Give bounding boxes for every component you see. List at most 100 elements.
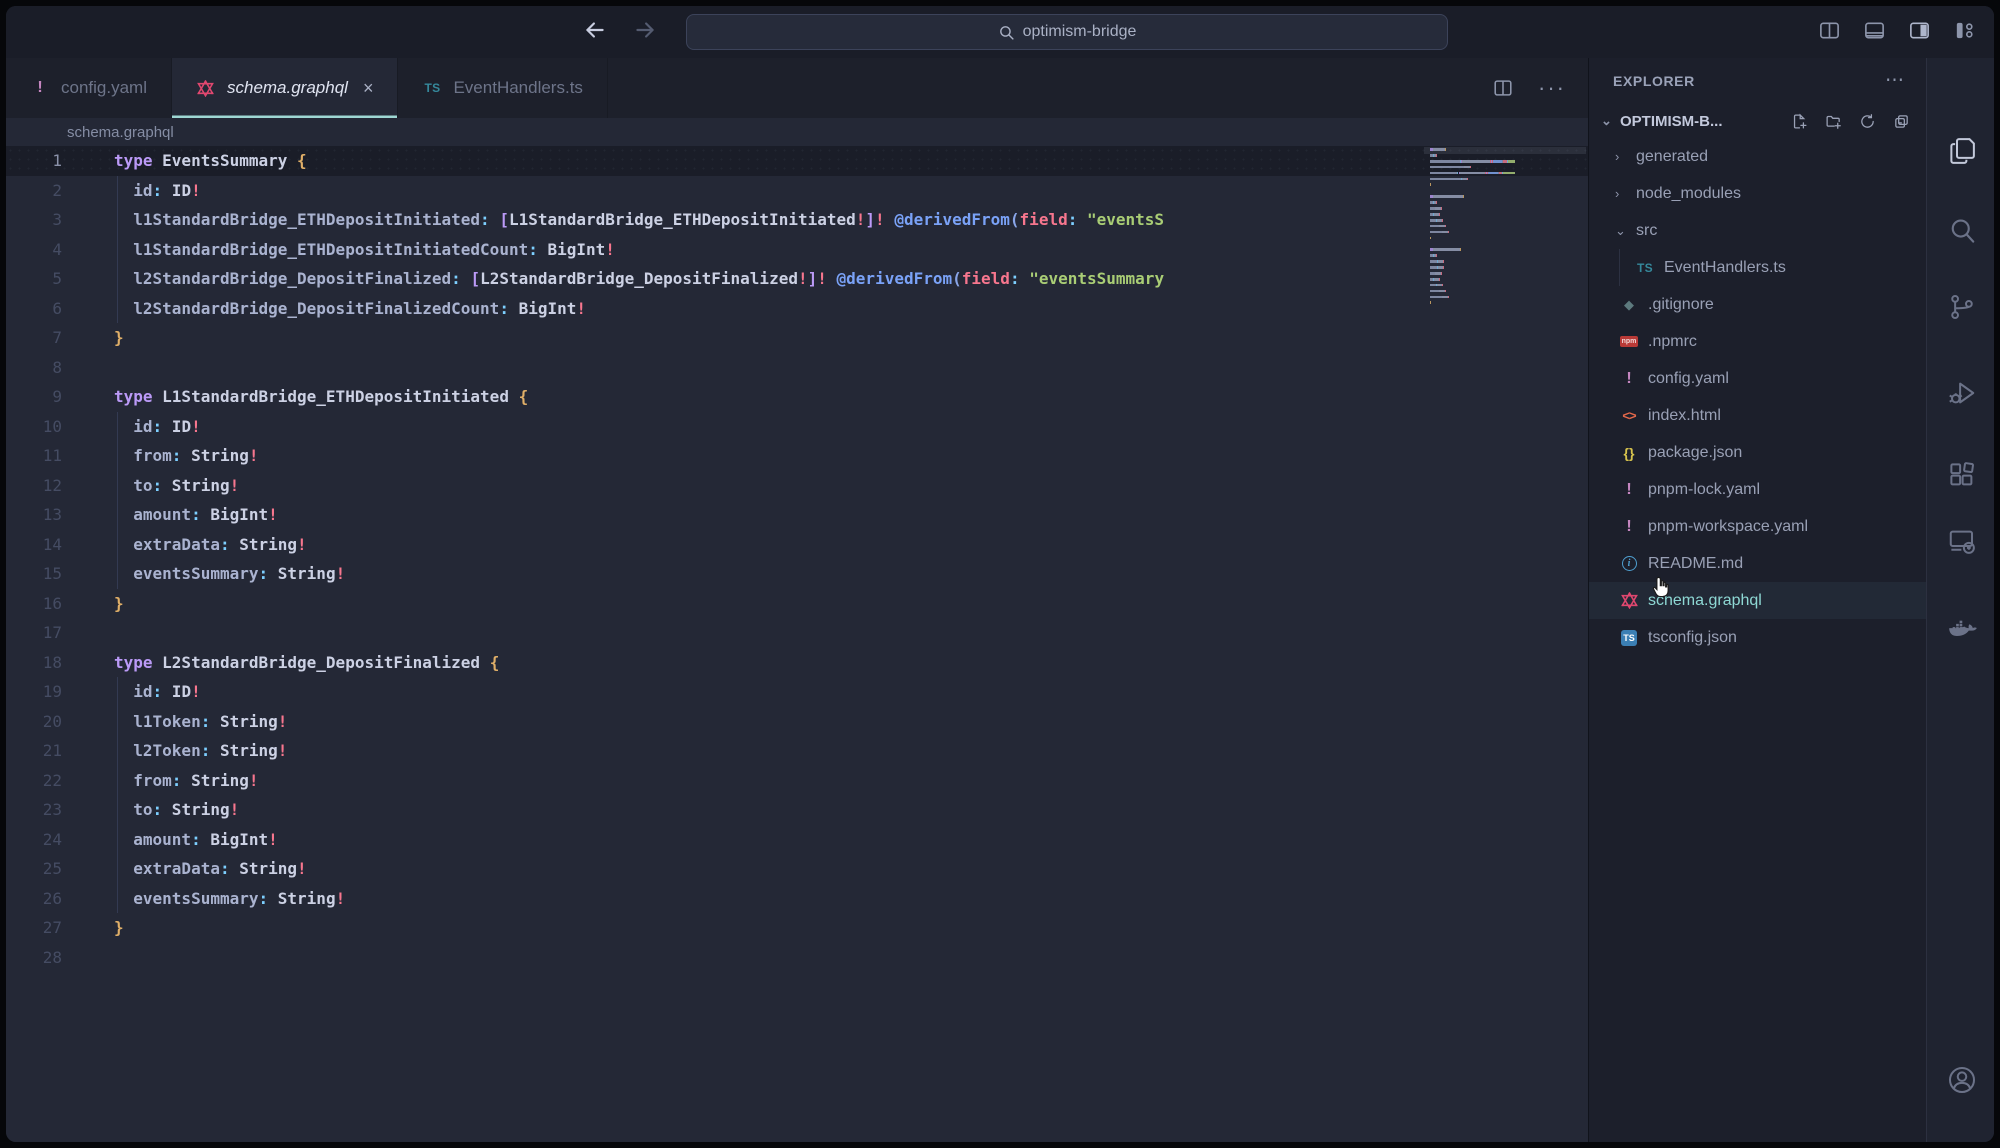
tree-item-pnpm-workspace.yaml[interactable]: !pnpm-workspace.yaml — [1589, 508, 1926, 545]
code-line[interactable]: 13 amount: BigInt! — [6, 500, 1588, 530]
tab-config.yaml[interactable]: !config.yaml — [6, 58, 172, 118]
new-folder-icon[interactable] — [1825, 113, 1842, 130]
code-line[interactable]: 22 from: String! — [6, 766, 1588, 796]
line-number[interactable]: 16 — [6, 589, 62, 619]
code-line[interactable]: 1type EventsSummary { — [6, 146, 1588, 176]
line-number[interactable]: 22 — [6, 766, 62, 796]
line-number[interactable]: 3 — [6, 205, 62, 235]
code-line[interactable]: 6 l2StandardBridge_DepositFinalizedCount… — [6, 294, 1588, 324]
tree-item-pnpm-lock.yaml[interactable]: !pnpm-lock.yaml — [1589, 471, 1926, 508]
code-line[interactable]: 10 id: ID! — [6, 412, 1588, 442]
remote-explorer-icon[interactable] — [1947, 526, 1977, 556]
source-control-icon[interactable] — [1947, 292, 1977, 322]
tree-item-tsconfig.json[interactable]: TStsconfig.json — [1589, 619, 1926, 656]
tree-item-.gitignore[interactable]: ◆.gitignore — [1589, 286, 1926, 323]
line-number[interactable]: 26 — [6, 884, 62, 914]
line-number[interactable]: 13 — [6, 500, 62, 530]
line-number[interactable]: 12 — [6, 471, 62, 501]
more-actions-icon[interactable]: ··· — [1538, 83, 1566, 93]
code-line[interactable]: 9type L1StandardBridge_ETHDepositInitiat… — [6, 382, 1588, 412]
line-number[interactable]: 21 — [6, 736, 62, 766]
collapse-folders-icon[interactable] — [1893, 113, 1910, 130]
code-line[interactable]: 24 amount: BigInt! — [6, 825, 1588, 855]
code-line[interactable]: 17 — [6, 618, 1588, 648]
tree-item-config.yaml[interactable]: !config.yaml — [1589, 360, 1926, 397]
line-number[interactable]: 8 — [6, 353, 62, 383]
line-number[interactable]: 9 — [6, 382, 62, 412]
code-line[interactable]: 23 to: String! — [6, 795, 1588, 825]
code-line[interactable]: 19 id: ID! — [6, 677, 1588, 707]
minimap[interactable] — [1430, 148, 1572, 320]
toggle-primary-sidebar-icon[interactable] — [1818, 19, 1841, 42]
tree-folder-generated[interactable]: ›generated — [1589, 138, 1926, 175]
run-and-debug-icon[interactable] — [1947, 378, 1977, 408]
code-line[interactable]: 16} — [6, 589, 1588, 619]
code-line[interactable]: 20 l1Token: String! — [6, 707, 1588, 737]
code-line[interactable]: 12 to: String! — [6, 471, 1588, 501]
code-line[interactable]: 3 l1StandardBridge_ETHDepositInitiated: … — [6, 205, 1588, 235]
code-line[interactable]: 4 l1StandardBridge_ETHDepositInitiatedCo… — [6, 235, 1588, 265]
line-number[interactable]: 27 — [6, 913, 62, 943]
tree-item-EventHandlers.ts[interactable]: TSEventHandlers.ts — [1589, 249, 1926, 286]
close-icon[interactable]: × — [363, 78, 374, 99]
line-number[interactable]: 23 — [6, 795, 62, 825]
customize-layout-icon[interactable] — [1953, 19, 1976, 42]
line-number[interactable]: 28 — [6, 943, 62, 973]
breadcrumb[interactable]: schema.graphql — [6, 118, 1588, 146]
line-number[interactable]: 24 — [6, 825, 62, 855]
tree-item-schema.graphql[interactable]: schema.graphql — [1589, 582, 1926, 619]
code-line[interactable]: 15 eventsSummary: String! — [6, 559, 1588, 589]
back-arrow-icon[interactable] — [581, 16, 609, 44]
forward-arrow-icon[interactable] — [631, 16, 659, 44]
account-icon[interactable] — [1946, 1064, 1978, 1096]
toggle-panel-icon[interactable] — [1863, 19, 1886, 42]
line-number[interactable]: 18 — [6, 648, 62, 678]
line-number[interactable]: 4 — [6, 235, 62, 265]
tab-EventHandlers.ts[interactable]: TSEventHandlers.ts — [398, 58, 607, 118]
tab-schema.graphql[interactable]: schema.graphql× — [172, 58, 398, 118]
code-line[interactable]: 11 from: String! — [6, 441, 1588, 471]
extensions-icon[interactable] — [1947, 460, 1977, 490]
line-number[interactable]: 15 — [6, 559, 62, 589]
line-number[interactable]: 7 — [6, 323, 62, 353]
code-line[interactable]: 18type L2StandardBridge_DepositFinalized… — [6, 648, 1588, 678]
tree-item-README.md[interactable]: iREADME.md — [1589, 545, 1926, 582]
command-center-search[interactable]: optimism-bridge — [686, 14, 1448, 50]
tree-item-index.html[interactable]: <>index.html — [1589, 397, 1926, 434]
tree-item-package.json[interactable]: {}package.json — [1589, 434, 1926, 471]
code-line[interactable]: 25 extraData: String! — [6, 854, 1588, 884]
explorer-more-actions-icon[interactable]: ⋯ — [1885, 76, 1906, 86]
code-line[interactable]: 8 — [6, 353, 1588, 383]
code-line[interactable]: 5 l2StandardBridge_DepositFinalized: [L2… — [6, 264, 1588, 294]
code-line[interactable]: 26 eventsSummary: String! — [6, 884, 1588, 914]
toggle-secondary-sidebar-icon[interactable] — [1908, 19, 1931, 42]
line-number[interactable]: 14 — [6, 530, 62, 560]
line-number[interactable]: 2 — [6, 176, 62, 206]
line-number[interactable]: 11 — [6, 441, 62, 471]
line-number[interactable]: 10 — [6, 412, 62, 442]
code-line[interactable]: 2 id: ID! — [6, 176, 1588, 206]
line-number[interactable]: 25 — [6, 854, 62, 884]
docker-icon[interactable] — [1946, 614, 1978, 646]
split-editor-icon[interactable] — [1492, 77, 1514, 99]
code-line[interactable]: 21 l2Token: String! — [6, 736, 1588, 766]
code-line[interactable]: 27} — [6, 913, 1588, 943]
search-icon[interactable] — [1947, 216, 1977, 246]
refresh-explorer-icon[interactable] — [1859, 113, 1876, 130]
workspace-row[interactable]: ⌄ OPTIMISM-B... — [1589, 104, 1926, 138]
tree-item-.npmrc[interactable]: npm.npmrc — [1589, 323, 1926, 360]
line-number[interactable]: 1 — [6, 146, 62, 176]
tree-folder-node_modules[interactable]: ›node_modules — [1589, 175, 1926, 212]
line-number[interactable]: 20 — [6, 707, 62, 737]
explorer-icon[interactable] — [1947, 136, 1977, 166]
code-line[interactable]: 28 — [6, 943, 1588, 973]
code-editor[interactable]: 1type EventsSummary {2 id: ID!3 l1Standa… — [6, 146, 1588, 1142]
code-line[interactable]: 14 extraData: String! — [6, 530, 1588, 560]
line-number[interactable]: 5 — [6, 264, 62, 294]
tree-folder-src[interactable]: ⌄src — [1589, 212, 1926, 249]
code-line[interactable]: 7} — [6, 323, 1588, 353]
line-number[interactable]: 17 — [6, 618, 62, 648]
line-number[interactable]: 19 — [6, 677, 62, 707]
new-file-icon[interactable] — [1791, 113, 1808, 130]
line-number[interactable]: 6 — [6, 294, 62, 324]
